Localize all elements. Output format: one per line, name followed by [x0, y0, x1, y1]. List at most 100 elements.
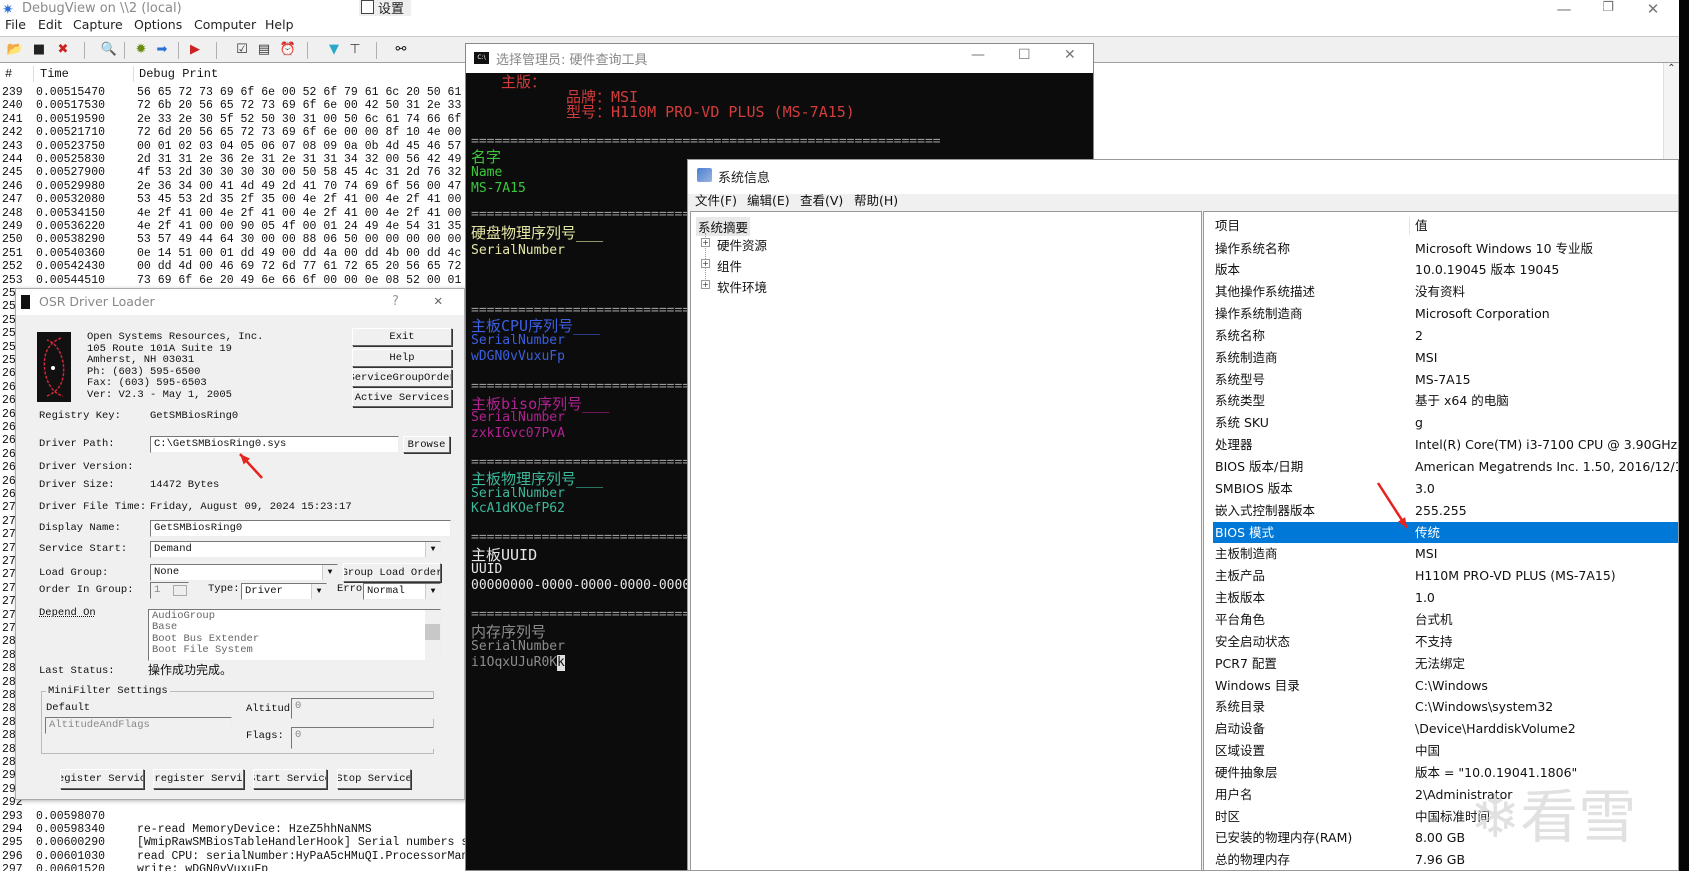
table-row[interactable]: 主板版本 1.0 — [1213, 587, 1678, 609]
close-button[interactable]: ✕ — [1638, 0, 1668, 18]
list-item[interactable]: Boot File System — [152, 644, 440, 656]
minimize-button[interactable]: — — [971, 47, 985, 63]
stop-service-button[interactable]: Stop Service — [337, 769, 411, 789]
expand-plus-icon[interactable]: + — [701, 238, 710, 247]
tree-item[interactable]: 硬件资源 — [717, 235, 767, 254]
altitude-flags-input[interactable]: AltitudeAndFlags — [45, 717, 232, 734]
help-button[interactable]: Help — [352, 349, 452, 367]
table-row[interactable]: 系统制造商 MSI — [1213, 347, 1678, 369]
help-icon[interactable]: ? — [392, 294, 399, 309]
register-service-button[interactable]: Register Service — [60, 769, 144, 789]
exit-button[interactable]: Exit — [352, 328, 452, 346]
display-name-input[interactable]: GetSMBiosRing0 — [150, 520, 451, 537]
unregister-service-button[interactable]: Unregister Service — [153, 769, 244, 789]
table-row[interactable]: 主板产品 H110M PRO-VD PLUS (MS-7A15) — [1213, 565, 1678, 587]
table-row[interactable]: 启动设备 \Device\HarddiskVolume2 — [1213, 718, 1678, 740]
vertical-scrollbar[interactable]: ⌃ — [1663, 63, 1679, 163]
table-row[interactable]: 安全启动状态 不支持 — [1213, 631, 1678, 653]
scrollbar-thumb[interactable] — [425, 624, 440, 640]
menu-computer[interactable]: Computer — [194, 17, 256, 32]
chevron-down-icon[interactable]: ▼ — [322, 565, 337, 580]
table-row[interactable]: 平台角色 台式机 — [1213, 609, 1678, 631]
menu-options[interactable]: Options — [134, 17, 182, 32]
col-header-value[interactable]: 值 — [1415, 215, 1428, 237]
table-row[interactable]: BIOS 版本/日期 American Megatrends Inc. 1.50,… — [1213, 456, 1678, 478]
menu-view[interactable]: 查看(V) — [800, 190, 843, 209]
table-row[interactable]: 操作系统制造商 Microsoft Corporation — [1213, 303, 1678, 325]
menu-file[interactable]: File — [5, 17, 26, 32]
menu-help[interactable]: 帮助(H) — [854, 190, 898, 209]
col-header-num[interactable]: # — [5, 67, 12, 81]
table-row[interactable]: 系统 SKU g — [1213, 412, 1678, 434]
altitude-input[interactable]: 0 — [291, 698, 434, 719]
listbox-scrollbar[interactable] — [425, 610, 440, 660]
table-row[interactable]: SMBIOS 版本 3.0 — [1213, 478, 1678, 500]
menu-capture[interactable]: Capture — [73, 17, 123, 32]
load-group-select[interactable]: None ▼ — [150, 564, 338, 581]
tree-item[interactable]: 组件 — [717, 256, 742, 275]
driver-path-input[interactable]: C:\GetSMBiosRing0.sys — [150, 436, 399, 453]
table-row[interactable]: 系统名称 2 — [1213, 325, 1678, 347]
arrow-right-icon[interactable]: ➡ — [153, 41, 171, 59]
table-row[interactable]: 版本 10.0.19045 版本 19045 — [1213, 259, 1678, 281]
table-row[interactable]: PCR7 配置 无法绑定 — [1213, 653, 1678, 675]
table-row[interactable]: 区域设置 中国 — [1213, 740, 1678, 762]
chevron-down-icon[interactable]: ▼ — [311, 584, 326, 599]
table-row[interactable]: 系统类型 基于 x64 的电脑 — [1213, 390, 1678, 412]
start-service-button[interactable]: Start Service — [253, 769, 327, 789]
service-group-order-button[interactable]: ServiceGroupOrder — [352, 369, 452, 387]
flags-input[interactable]: 0 — [291, 727, 434, 749]
table-row[interactable]: 处理器 Intel(R) Core(TM) i3-7100 CPU @ 3.90G… — [1213, 434, 1678, 456]
table-row[interactable]: 操作系统名称 Microsoft Windows 10 专业版 — [1213, 238, 1678, 260]
service-start-select[interactable]: Demand ▼ — [150, 541, 441, 558]
close-button[interactable]: ✕ — [1064, 47, 1076, 63]
checkbox-box[interactable] — [361, 0, 374, 14]
restore-button[interactable]: ❐ — [1593, 0, 1623, 15]
history-icon[interactable]: ▤ — [255, 41, 273, 59]
table-row[interactable]: 嵌入式控制器版本 255.255 — [1213, 500, 1678, 522]
minimize-button[interactable]: — — [1549, 0, 1579, 18]
col-header-item[interactable]: 项目 — [1215, 215, 1240, 237]
clear-icon[interactable]: ✖ — [54, 41, 72, 59]
expand-plus-icon[interactable]: + — [701, 280, 710, 289]
menu-help[interactable]: Help — [265, 17, 294, 32]
table-row[interactable]: Windows 目录 C:\Windows — [1213, 675, 1678, 697]
table-row[interactable]: 系统型号 MS-7A15 — [1213, 369, 1678, 391]
error-control-select[interactable]: Normal ▼ — [363, 583, 441, 600]
chevron-down-icon[interactable]: ▼ — [425, 584, 440, 599]
chevron-down-icon[interactable]: ▼ — [425, 542, 440, 557]
active-services-button[interactable]: Active Services — [352, 389, 452, 407]
open-icon[interactable]: 📂 — [6, 41, 24, 59]
list-item[interactable]: AudioGroup — [152, 610, 440, 622]
depend-on-listbox[interactable]: AudioGroup Base Boot Bus Extender Boot F… — [148, 609, 441, 661]
table-row[interactable]: 系统目录 C:\Windows\system32 — [1213, 696, 1678, 718]
find-icon[interactable]: 🔍 — [100, 41, 118, 59]
col-header-debug-print[interactable]: Debug Print — [139, 67, 218, 81]
menu-edit[interactable]: 编辑(E) — [747, 190, 790, 209]
browse-button[interactable]: Browse — [403, 436, 450, 453]
col-header-time[interactable]: Time — [40, 67, 69, 81]
settings-checkbox[interactable]: 设置 — [359, 0, 411, 17]
scroll-up-icon[interactable]: ⌃ — [1667, 63, 1675, 74]
binoculars-icon[interactable]: ⚯ — [392, 41, 410, 59]
highlight-icon[interactable]: ▶ — [186, 41, 204, 59]
table-row[interactable]: BIOS 模式 传统 — [1213, 521, 1678, 544]
order-in-group-spinner[interactable]: 1 — [150, 582, 189, 599]
menu-edit[interactable]: Edit — [38, 17, 62, 32]
tree-item[interactable]: 软件环境 — [717, 277, 767, 296]
save-icon[interactable]: ■ — [30, 41, 48, 59]
maximize-button[interactable]: ☐ — [1018, 47, 1031, 63]
type-select[interactable]: Driver ▼ — [241, 583, 327, 600]
group-load-order-button[interactable]: Group Load Order — [343, 563, 441, 582]
table-row[interactable]: 主板制造商 MSI — [1213, 543, 1678, 565]
spinner-arrows-icon[interactable] — [173, 585, 187, 596]
pin-icon[interactable]: ⊤ — [346, 41, 364, 59]
table-row[interactable]: 其他操作系统描述 没有资料 — [1213, 281, 1678, 303]
close-icon[interactable]: ✕ — [434, 293, 442, 310]
clock-icon[interactable]: ⏰ — [279, 41, 297, 59]
capture-gear-icon[interactable]: ✹ — [132, 41, 150, 59]
filter-icon[interactable]: ▼ — [325, 41, 343, 59]
expand-plus-icon[interactable]: + — [701, 259, 710, 268]
menu-file[interactable]: 文件(F) — [695, 190, 737, 209]
autoscroll-icon[interactable]: ☑ — [233, 41, 251, 59]
